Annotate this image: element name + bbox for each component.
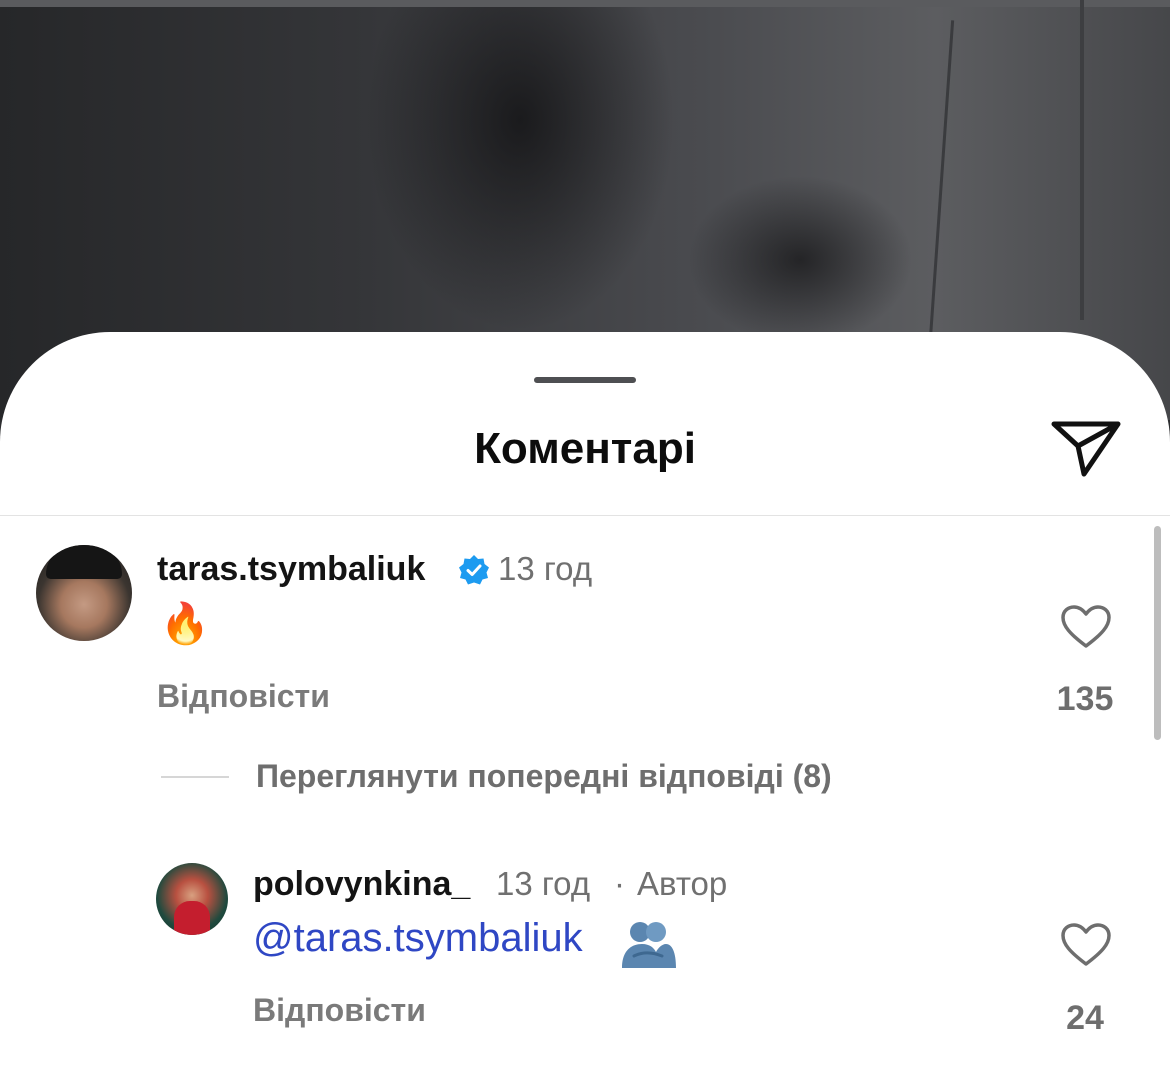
meta-separator: · (614, 865, 625, 902)
header-divider (0, 515, 1170, 516)
reply-button[interactable]: Відповісти (253, 992, 426, 1029)
reply-username[interactable]: polovynkina_ (253, 865, 470, 904)
verified-badge-icon (459, 555, 489, 585)
sheet-grabber[interactable] (534, 377, 636, 383)
thread-line (161, 776, 229, 778)
author-badge: Автор (637, 865, 728, 902)
comment-text: 🔥 (160, 602, 210, 646)
like-count: 24 (1066, 999, 1104, 1037)
avatar[interactable] (36, 545, 132, 641)
reply-time: 13 год (496, 865, 591, 902)
scrollbar[interactable] (1154, 526, 1161, 740)
photo-wall-crack (928, 20, 955, 340)
like-heart-icon[interactable] (1060, 922, 1112, 968)
comment-username[interactable]: taras.tsymbaliuk (157, 550, 425, 589)
like-heart-icon[interactable] (1060, 604, 1112, 650)
reply-button[interactable]: Відповісти (157, 678, 330, 715)
comments-sheet: Коментарі taras.tsymbaliuk 13 год 🔥 Відп… (0, 332, 1170, 1067)
photo-top-edge (0, 0, 1170, 7)
avatar-figure (174, 901, 210, 935)
sheet-title: Коментарі (474, 424, 696, 473)
comment-time: 13 год (498, 550, 593, 587)
avatar-cap (46, 545, 122, 579)
avatar[interactable] (156, 863, 228, 935)
people-hugging-icon (622, 922, 676, 968)
send-paper-plane-icon[interactable] (1048, 416, 1124, 482)
photo-wall-edge (1080, 0, 1084, 320)
like-count: 135 (1056, 680, 1114, 718)
mention-link[interactable]: @taras.tsymbaliuk (253, 916, 583, 961)
view-previous-replies-button[interactable]: Переглянути попередні відповіді (8) (256, 758, 832, 795)
